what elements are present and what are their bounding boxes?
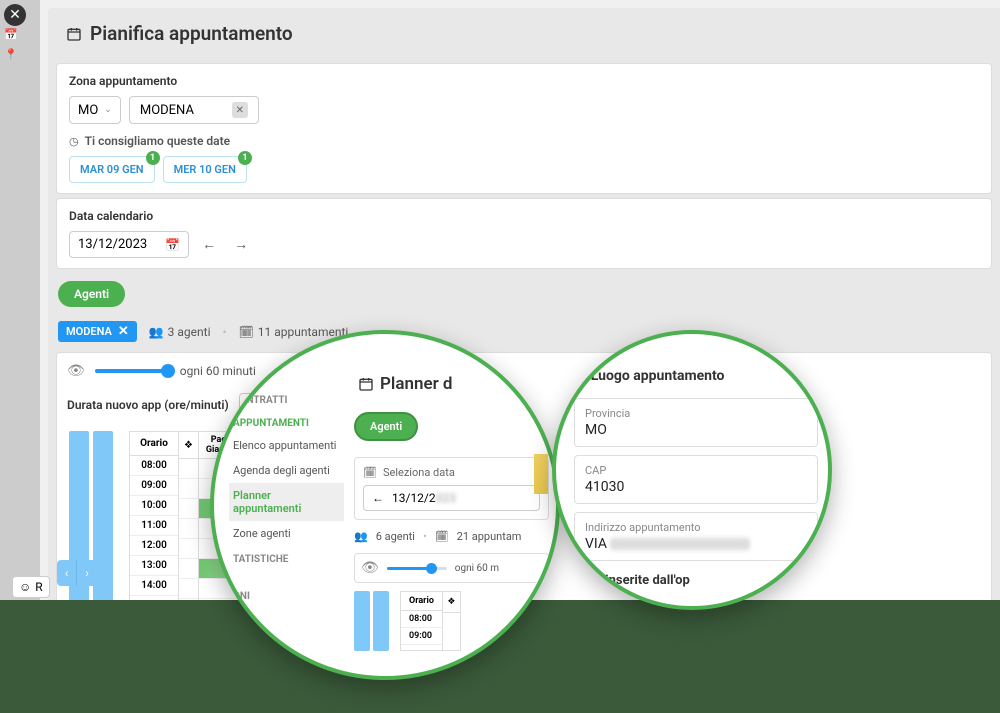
menu-item-list[interactable]: Elenco appuntamenti — [229, 433, 344, 458]
redacted-text — [610, 538, 750, 550]
suggested-date-chip[interactable]: MAR 09 GEN 1 — [69, 156, 155, 183]
chip-badge: 1 — [146, 151, 160, 165]
sidebar-menu: BOUND CONTRATTI APPUNTAMENTI Elenco appu… — [229, 364, 344, 606]
menu-item-planner[interactable]: Planner appuntamenti — [229, 483, 344, 521]
page-next-button[interactable]: › — [77, 560, 97, 586]
clear-city-button[interactable]: ✕ — [232, 102, 248, 118]
province-card: Provincia MO — [574, 398, 818, 447]
zone-card: Zona appuntamento MO ⌄ MODENA ✕ ◷ Ti con… — [56, 63, 992, 194]
zoom-slider[interactable] — [95, 369, 170, 373]
diamond-column: ❖ — [443, 591, 461, 651]
highlight-strip — [534, 454, 548, 494]
zoom-slider[interactable] — [387, 567, 447, 570]
calendar-label: Data calendario — [69, 209, 979, 223]
date-input[interactable]: ← 13/12/2023 — [363, 485, 540, 511]
calendar-date-card: Data calendario 13/12/2023 📅 ← → — [56, 198, 992, 269]
highlight-circle-location: ☰ Luogo appuntamento Provincia MO CAP 41… — [552, 330, 832, 610]
suggest-label: Ti consigliamo queste date — [85, 134, 230, 148]
zone-label: Zona appuntamento — [69, 74, 979, 88]
agents-count: 👥 3 agenti — [149, 325, 211, 339]
chevron-down-icon: ⌄ — [104, 105, 112, 115]
chip-badge: 1 — [238, 151, 252, 165]
background-panel: 📄 📅 📍 — [0, 0, 40, 600]
eye-icon: 👁 — [361, 560, 379, 576]
address-value: VIA — [585, 536, 807, 552]
province-select[interactable]: MO ⌄ — [69, 96, 121, 124]
cap-card: CAP 41030 — [574, 455, 818, 504]
feedback-button[interactable]: ☺ R — [12, 576, 50, 598]
agents-button[interactable]: Agenti — [58, 281, 125, 307]
people-icon: 👥 — [354, 530, 368, 543]
prev-day-button[interactable]: ← — [197, 233, 221, 257]
availability-bar — [354, 591, 370, 651]
notes-heading: Note inserite dall'op — [574, 573, 818, 588]
cap-value: 41030 — [585, 479, 807, 495]
calendar-icon — [358, 376, 374, 392]
people-icon: 👥 — [149, 325, 164, 339]
smile-icon: ☺ — [19, 580, 31, 594]
location-title: ☰ Luogo appuntamento — [574, 362, 818, 390]
highlight-circle-menu: BOUND CONTRATTI APPUNTAMENTI Elenco appu… — [210, 330, 560, 680]
clock-icon: ◷ — [69, 135, 79, 148]
duration-label: Durata nuovo app (ore/minuti) — [67, 398, 229, 412]
calendar-stack-icon: 🗓 — [435, 530, 449, 543]
list-icon: ☰ — [574, 369, 585, 383]
back-arrow-icon[interactable]: ← — [372, 491, 384, 505]
calendar-icon — [66, 26, 82, 42]
date-select-card: 🗓 Seleziona data ← 13/12/2023 — [354, 457, 549, 520]
menu-item-zones[interactable]: Zone agenti — [229, 521, 344, 546]
suggested-date-chip[interactable]: MER 10 GEN 1 — [163, 156, 247, 183]
next-day-button[interactable]: → — [229, 233, 253, 257]
date-input[interactable]: 13/12/2023 📅 — [69, 231, 189, 258]
filter-bar: MODENA ✕ 👥 3 agenti • 🗓 11 appuntamenti — [48, 315, 1000, 348]
appointments-count: 🗓 11 appuntamenti — [239, 325, 349, 339]
menu-item-agenda[interactable]: Agenda degli agenti — [229, 458, 344, 483]
pagination: ‹ › — [57, 560, 97, 586]
time-column: Orario 08:00 09:00 — [400, 591, 443, 651]
remove-tag-button[interactable]: ✕ — [118, 324, 129, 339]
availability-bar — [373, 591, 389, 651]
zone-tag: MODENA ✕ — [58, 321, 137, 342]
close-button[interactable]: ✕ — [4, 4, 26, 26]
calendar-picker-icon[interactable]: 📅 — [165, 238, 180, 252]
province-value: MO — [585, 422, 807, 438]
address-card: Indirizzo appuntamento VIA — [574, 512, 818, 561]
calendar-stack-icon: 🗓 — [239, 325, 254, 339]
page-prev-button[interactable]: ‹ — [57, 560, 77, 586]
planner-title: Planner d — [354, 364, 549, 404]
eye-icon: 👁 — [67, 363, 85, 379]
calendar-icon: 🗓 — [363, 466, 377, 479]
city-input[interactable]: MODENA ✕ — [129, 96, 259, 124]
modal-title: Pianifica appuntamento — [48, 8, 1000, 59]
planner-preview: Planner d Agenti 🗓 Seleziona data ← 13/1… — [354, 364, 549, 651]
agents-button[interactable]: Agenti — [354, 412, 418, 441]
